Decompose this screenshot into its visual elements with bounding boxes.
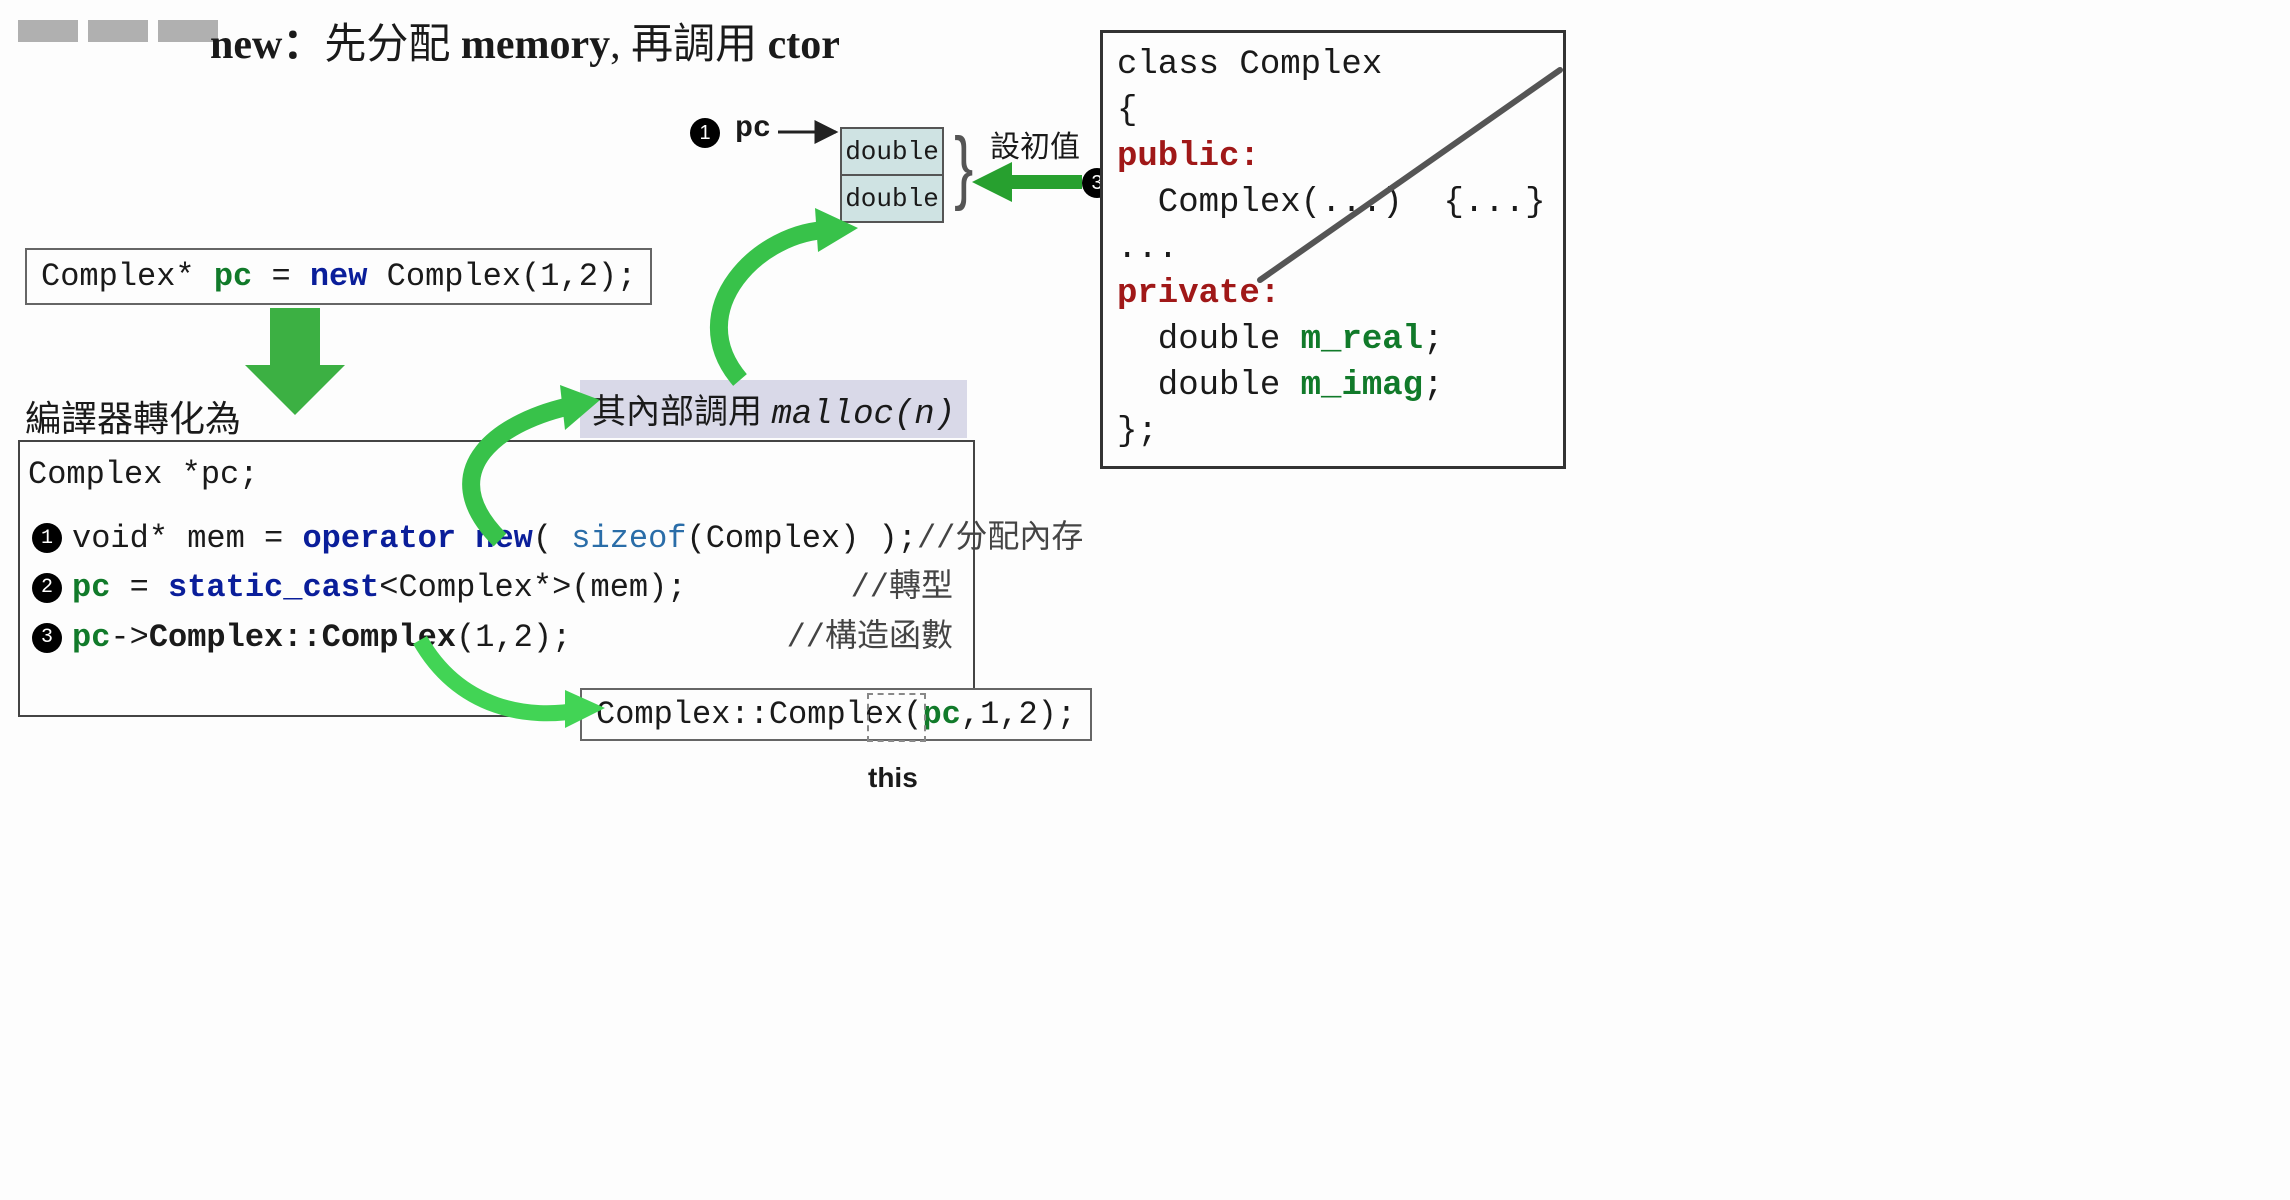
slide: new：先分配 memory, 再調用 ctor Complex* pc = n… xyxy=(0,0,2290,1200)
member-imag: m_imag xyxy=(1301,367,1423,405)
member-real: m_real xyxy=(1301,321,1423,359)
keyword-operator-new: operator new xyxy=(302,520,532,557)
this-label: this xyxy=(868,762,918,794)
mem-cell-1: double xyxy=(842,174,942,221)
slide-title: new：先分配 memory, 再調用 ctor xyxy=(210,10,840,71)
bullet-pc-icon: 1 xyxy=(690,118,720,148)
malloc-close: ) xyxy=(935,396,955,434)
code-expanded: Complex *pc; 1 void* mem = operator new(… xyxy=(18,440,975,717)
semi: ; xyxy=(1423,321,1443,359)
title-cn2: , 再調用 xyxy=(610,22,768,68)
l1-post: (Complex) ); xyxy=(687,520,917,557)
malloc-cn: 其內部調用 xyxy=(592,393,771,431)
label-init: 設初值 xyxy=(990,122,1080,166)
title-prefix: new： xyxy=(210,22,324,68)
line-3: 3 pc->Complex::Complex(1,2); //構造函數 xyxy=(28,613,973,663)
line-1: 1 void* mem = operator new( sizeof(Compl… xyxy=(28,514,973,564)
class-ctor: Complex(...) {...} xyxy=(1117,181,1545,227)
line-2: 2 pc = static_cast<Complex*>(mem); //轉型 xyxy=(28,563,973,613)
line1-code: void* mem = operator new( sizeof(Complex… xyxy=(72,514,917,564)
l2-mid2: <Complex*>(mem); xyxy=(379,569,686,606)
comment-2: //轉型 xyxy=(851,563,973,613)
label-malloc: 其內部調用 malloc(n) xyxy=(580,380,967,438)
ctor-qualified: Complex::Complex xyxy=(149,619,456,656)
l2-mid1: = xyxy=(110,569,168,606)
eq-text: = xyxy=(252,258,310,295)
l1-pre: void* mem = xyxy=(72,520,302,557)
keyword-sizeof: sizeof xyxy=(571,520,686,557)
comment-3: //構造函數 xyxy=(787,613,973,663)
ctor-args: (1,2); xyxy=(456,619,571,656)
class-definition: class Complex { public: Complex(...) {..… xyxy=(1100,30,1566,469)
memory-block: double double xyxy=(840,127,944,223)
arrow-curve-mem xyxy=(719,230,830,380)
semi: ; xyxy=(1423,367,1443,405)
title-cn1: 先分配 xyxy=(324,22,461,68)
ident-pc: pc xyxy=(922,696,960,733)
label-compiler-transform: 編譯器轉化為 xyxy=(25,390,241,442)
bullet-2-icon: 2 xyxy=(32,573,62,603)
l1-mid: ( xyxy=(533,520,571,557)
access-public: public: xyxy=(1117,138,1260,176)
mem-cell-0: double xyxy=(842,129,942,174)
line3-code: pc->Complex::Complex(1,2); xyxy=(72,613,571,663)
comment-1: //分配內存 xyxy=(917,514,1103,564)
class-ellipsis: ... xyxy=(1117,227,1545,273)
this-highlight-box xyxy=(867,693,926,742)
title-en2: ctor xyxy=(768,22,840,68)
keyword-new: new xyxy=(310,258,368,295)
ident-pc: pc xyxy=(214,258,252,295)
brace-icon: } xyxy=(954,120,973,214)
ctor-call: Complex(1,2); xyxy=(367,258,636,295)
member-real-type: double xyxy=(1117,321,1301,359)
bullet-1-icon: 1 xyxy=(32,523,62,553)
arrow-init-icon xyxy=(972,162,1082,202)
code-ctor-explicit: Complex::Complex(pc,1,2); xyxy=(580,688,1092,741)
member-imag-type: double xyxy=(1117,367,1301,405)
title-en1: memory xyxy=(461,22,610,68)
decor-bars xyxy=(18,20,218,42)
bullet-3-icon: 3 xyxy=(32,623,62,653)
line2-code: pc = static_cast<Complex*>(mem); xyxy=(72,563,687,613)
arrow-down-icon xyxy=(245,308,345,415)
access-private: private: xyxy=(1117,275,1280,313)
class-line1: class Complex xyxy=(1117,43,1545,89)
code-new-expression: Complex* pc = new Complex(1,2); xyxy=(25,248,652,305)
pc-pointer-label: pc xyxy=(735,112,771,146)
malloc-open: malloc( xyxy=(771,396,914,434)
decl-line: Complex *pc; xyxy=(28,450,973,500)
ident-pc: pc xyxy=(72,569,110,606)
keyword-static-cast: static_cast xyxy=(168,569,379,606)
malloc-fn: malloc(n) xyxy=(771,396,955,434)
ctor-post: ,1,2); xyxy=(961,696,1076,733)
arrow-op: -> xyxy=(110,619,148,656)
class-close: }; xyxy=(1117,410,1545,456)
class-line2: { xyxy=(1117,89,1545,135)
malloc-n: n xyxy=(914,396,934,434)
type-text: Complex* xyxy=(41,258,214,295)
ident-pc: pc xyxy=(72,619,110,656)
